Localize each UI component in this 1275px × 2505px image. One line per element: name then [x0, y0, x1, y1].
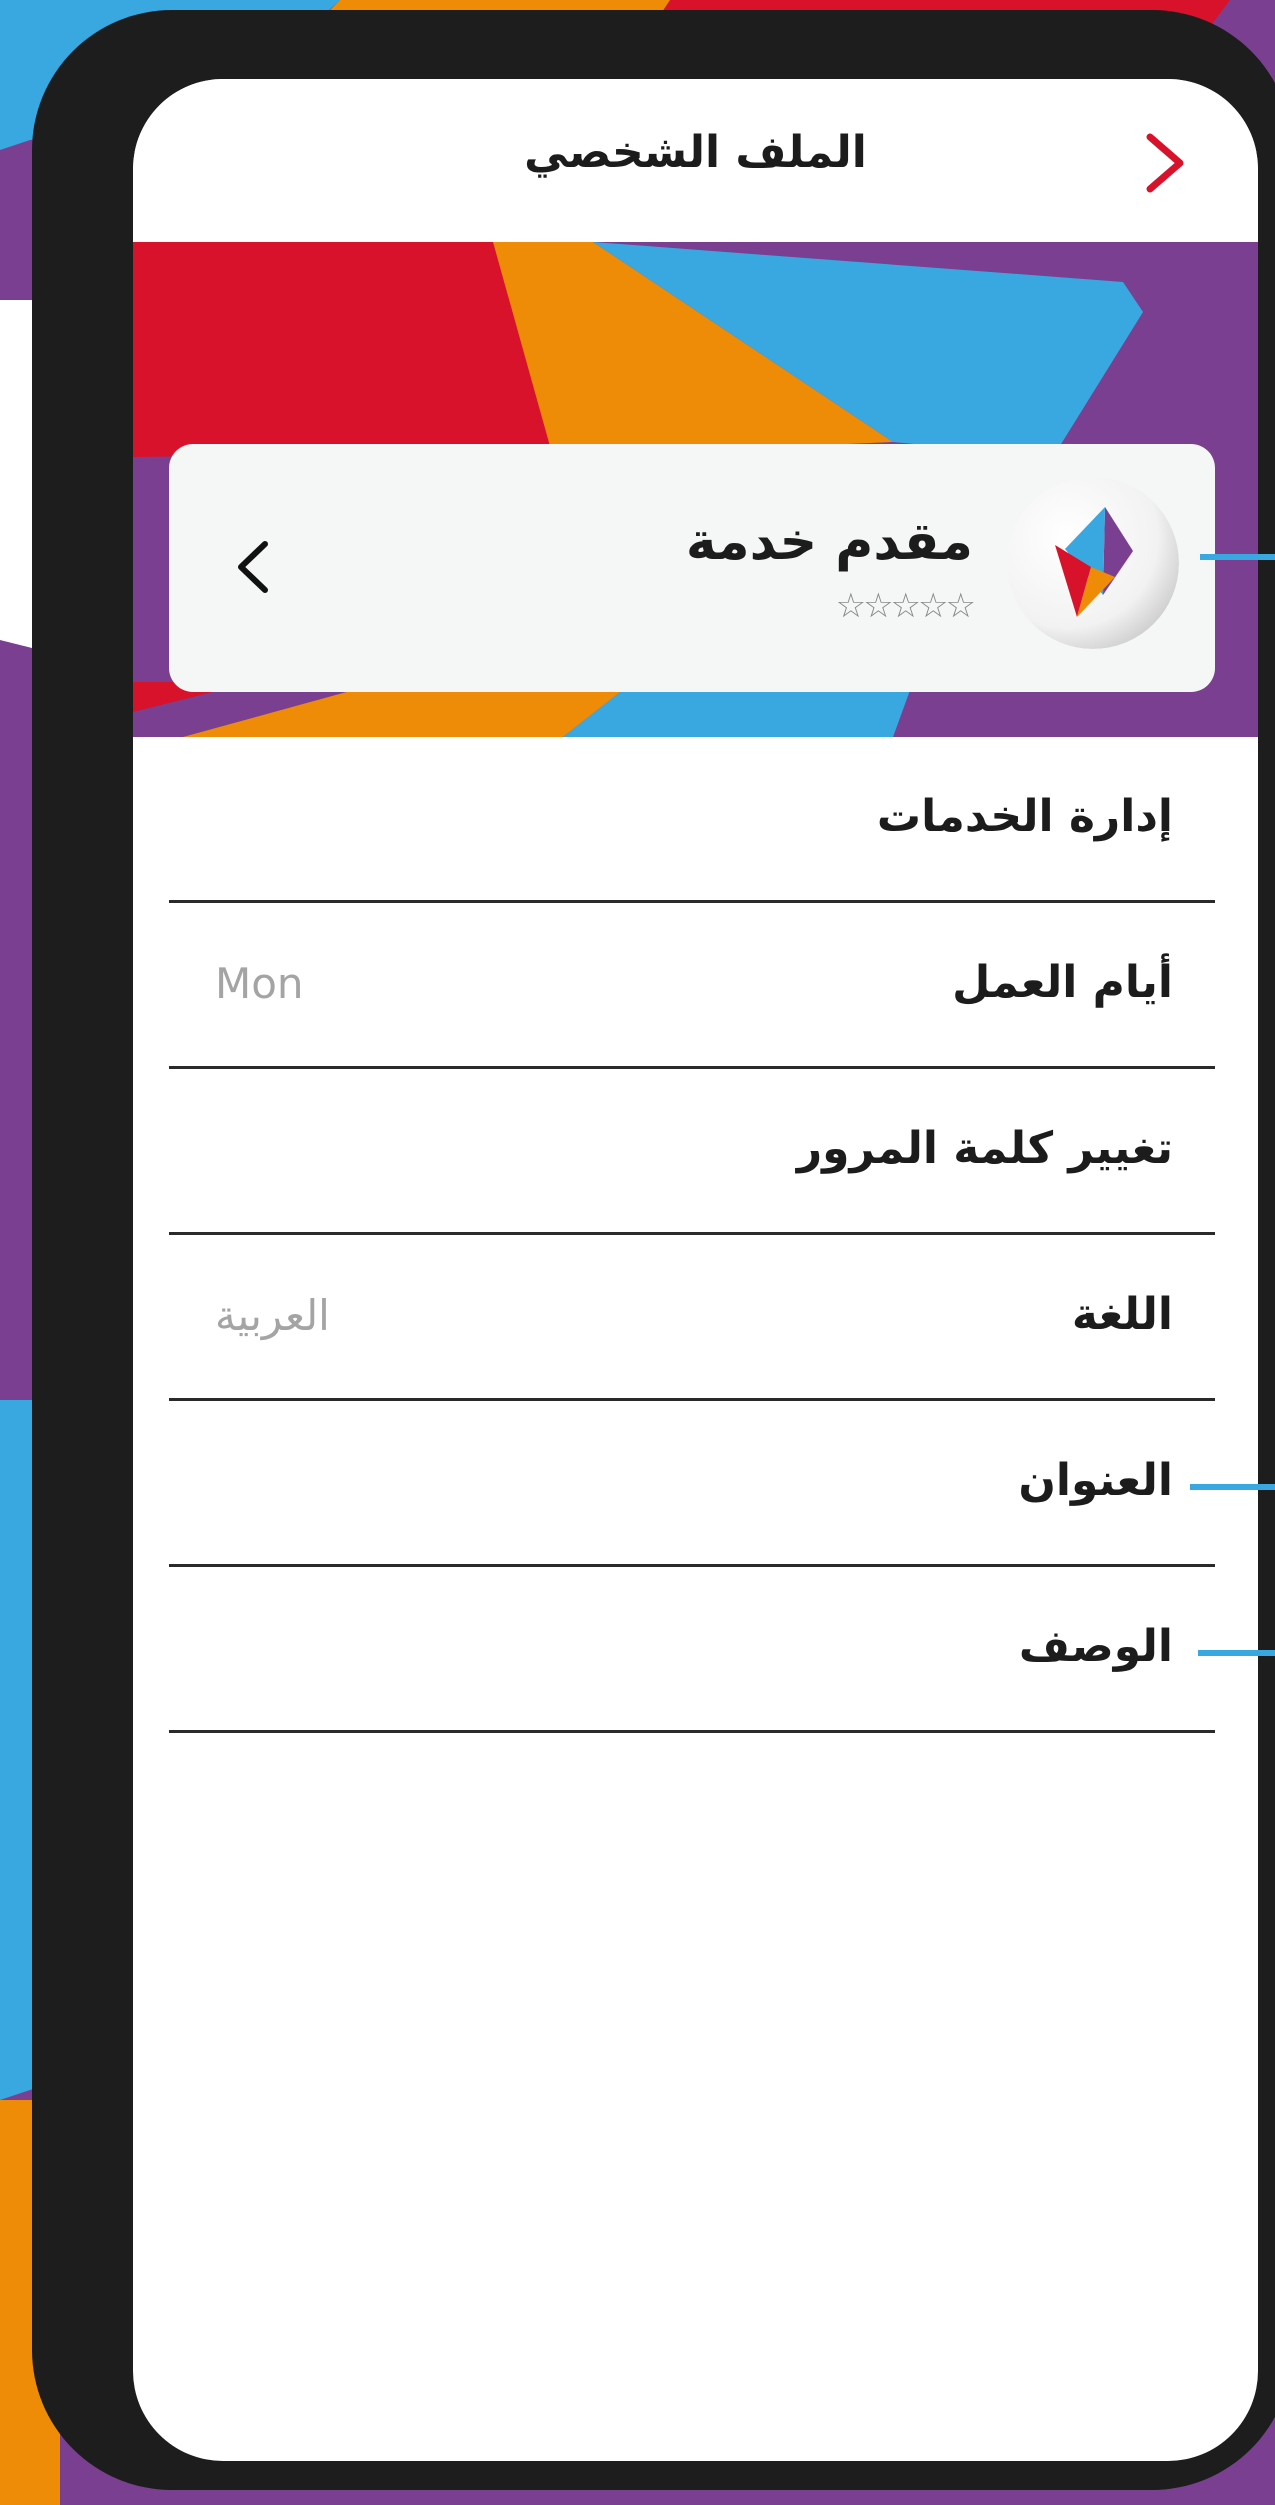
callout-line: [1198, 1650, 1275, 1656]
app-screen: الملف الشخصي مقدم خدمة ☆☆☆☆☆ إدارة الخدم…: [133, 79, 1258, 2461]
menu-item-label: أيام العمل: [952, 957, 1173, 1008]
menu-item-language[interactable]: اللغة العربية: [169, 1235, 1215, 1401]
language-value: العربية: [215, 1291, 330, 1340]
menu-item-label: اللغة: [1071, 1289, 1173, 1340]
settings-menu: إدارة الخدمات أيام العمل Mon تغيير كلمة …: [169, 737, 1215, 1733]
provider-name: مقدم خدمة: [685, 512, 973, 572]
menu-item-description[interactable]: الوصف: [169, 1567, 1215, 1733]
menu-item-manage-services[interactable]: إدارة الخدمات: [169, 737, 1215, 903]
provider-card[interactable]: مقدم خدمة ☆☆☆☆☆: [169, 444, 1215, 692]
menu-item-label: إدارة الخدمات: [876, 791, 1173, 842]
working-days-value: Mon: [215, 959, 304, 1008]
menu-item-label: العنوان: [1018, 1455, 1173, 1506]
provider-avatar: [1007, 477, 1179, 649]
phone-frame: الملف الشخصي مقدم خدمة ☆☆☆☆☆ إدارة الخدم…: [32, 10, 1275, 2490]
callout-line: [1200, 554, 1275, 560]
app-bar: الملف الشخصي: [133, 79, 1258, 242]
page-title: الملف الشخصي: [524, 127, 867, 178]
open-profile-button[interactable]: [229, 532, 279, 602]
chevron-left-icon: [238, 541, 268, 593]
chevron-right-icon: [1146, 133, 1184, 193]
menu-item-change-password[interactable]: تغيير كلمة المرور: [169, 1069, 1215, 1235]
menu-item-label: الوصف: [1018, 1621, 1173, 1672]
logo-icon: [1007, 477, 1179, 649]
menu-item-address[interactable]: العنوان: [169, 1401, 1215, 1567]
menu-item-working-days[interactable]: أيام العمل Mon: [169, 903, 1215, 1069]
callout-line: [1190, 1484, 1275, 1490]
rating-stars: ☆☆☆☆☆: [835, 586, 976, 626]
back-button[interactable]: [1128, 123, 1198, 203]
menu-item-label: تغيير كلمة المرور: [796, 1123, 1173, 1174]
